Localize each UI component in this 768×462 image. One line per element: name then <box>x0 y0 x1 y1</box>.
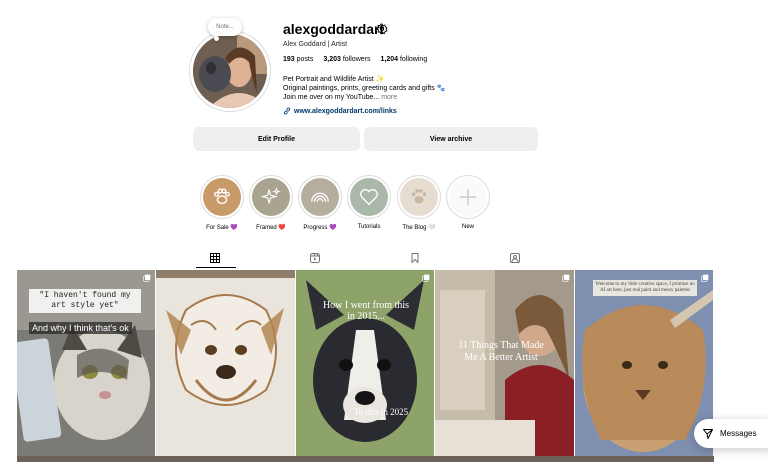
messages-label: Messages <box>720 429 757 438</box>
note-bubble[interactable]: Note... <box>208 18 242 36</box>
followers-label: followers <box>342 56 371 63</box>
highlight-new[interactable]: New <box>446 175 490 230</box>
username: alexgoddardart <box>283 21 385 37</box>
highlight-framed[interactable]: Framed ❤️ <box>249 175 293 231</box>
bio: Pet Portrait and Wildlife Artist ✨ Origi… <box>283 75 445 102</box>
posts-grid: "I haven't found my art style yet" And w… <box>17 270 714 462</box>
carousel-icon <box>562 274 570 282</box>
following-count: 1,204 <box>380 56 399 63</box>
send-icon <box>703 428 713 439</box>
grid-icon[interactable] <box>209 252 221 264</box>
highlight-label: New <box>461 224 474 230</box>
post-tile[interactable]: How I went from this in 2015... To this … <box>296 270 434 456</box>
tagged-icon[interactable] <box>509 252 521 264</box>
carousel-icon <box>422 274 430 282</box>
profile-link[interactable]: www.alexgoddardart.com/links <box>283 107 397 115</box>
post-caption-overlay: To this in 2025 <box>354 407 409 417</box>
note-dot <box>214 36 219 41</box>
post-tile[interactable]: Welcome to my little creative space, I p… <box>575 270 713 456</box>
rainbow-icon <box>301 178 339 216</box>
highlight-label: Tutorials <box>357 224 381 230</box>
bio-line-3: Join me over on my YouTube... more <box>283 93 445 102</box>
highlight-label: Framed ❤️ <box>256 225 286 231</box>
active-tab-indicator <box>196 267 236 268</box>
profile-stats: 193 posts 3,203 followers 1,204 followin… <box>283 56 427 63</box>
highlight-tutorials[interactable]: Tutorials <box>347 175 391 230</box>
following-label: following <box>399 56 428 63</box>
gear-icon[interactable] <box>376 23 388 35</box>
highlight-blog[interactable]: The Blog 🤍 <box>397 175 441 231</box>
reels-icon[interactable] <box>309 252 321 264</box>
edit-profile-button[interactable]: Edit Profile <box>193 127 360 151</box>
post-tile[interactable]: 11 Things That Made Me A Better Artist <box>435 270 574 456</box>
messages-button[interactable]: Messages <box>694 419 768 448</box>
post-tile[interactable] <box>156 270 295 456</box>
paw-icon <box>400 178 438 216</box>
followers-count: 3,203 <box>323 56 341 63</box>
profile-picture[interactable] <box>189 30 271 112</box>
post-caption-overlay: 11 Things That Made Me A Better Artist <box>458 340 544 363</box>
post-tile[interactable]: "I haven't found my art style yet" And w… <box>17 270 155 456</box>
post-caption-overlay: How I went from this in 2015... <box>322 300 410 322</box>
avatar <box>193 34 267 108</box>
bookmark-icon[interactable] <box>409 252 421 264</box>
heart-icon <box>350 178 388 216</box>
post-caption-overlay: "I haven't found my art style yet" <box>29 289 141 313</box>
bio-line: Join me over on my YouTube... <box>283 94 380 101</box>
highlight-label: Progress 💜 <box>303 225 337 231</box>
posts-count: 193 <box>283 56 295 63</box>
highlight-label: The Blog 🤍 <box>402 225 436 231</box>
highlight-for-sale[interactable]: For Sale 💜 <box>200 175 244 231</box>
full-name: Alex Goddard | Artist <box>283 41 348 48</box>
link-icon <box>283 107 291 115</box>
plus-icon <box>449 178 487 216</box>
next-row-peek <box>17 456 714 462</box>
profile-link-text: www.alexgoddardart.com/links <box>294 107 397 115</box>
post-caption-overlay: And why I think that's ok <box>29 322 132 334</box>
carousel-icon <box>143 274 151 282</box>
post-caption-overlay: Welcome to my little creative space, I p… <box>593 280 697 296</box>
following-stat[interactable]: 1,204 following <box>380 56 427 63</box>
bio-line: Pet Portrait and Wildlife Artist ✨ <box>283 76 385 83</box>
carousel-icon <box>701 274 709 282</box>
bio-more-link[interactable]: more <box>381 94 397 101</box>
posts-stat: 193 posts <box>283 56 313 63</box>
posts-label: posts <box>296 56 314 63</box>
view-archive-button[interactable]: View archive <box>364 127 538 151</box>
bio-line: Original paintings, prints, greeting car… <box>283 85 446 92</box>
highlight-label: For Sale 💜 <box>206 225 238 231</box>
sparkle-icon <box>252 178 290 216</box>
note-placeholder: Note... <box>216 24 234 30</box>
followers-stat[interactable]: 3,203 followers <box>323 56 370 63</box>
highlight-progress[interactable]: Progress 💜 <box>298 175 342 231</box>
paw-icon <box>203 178 241 216</box>
